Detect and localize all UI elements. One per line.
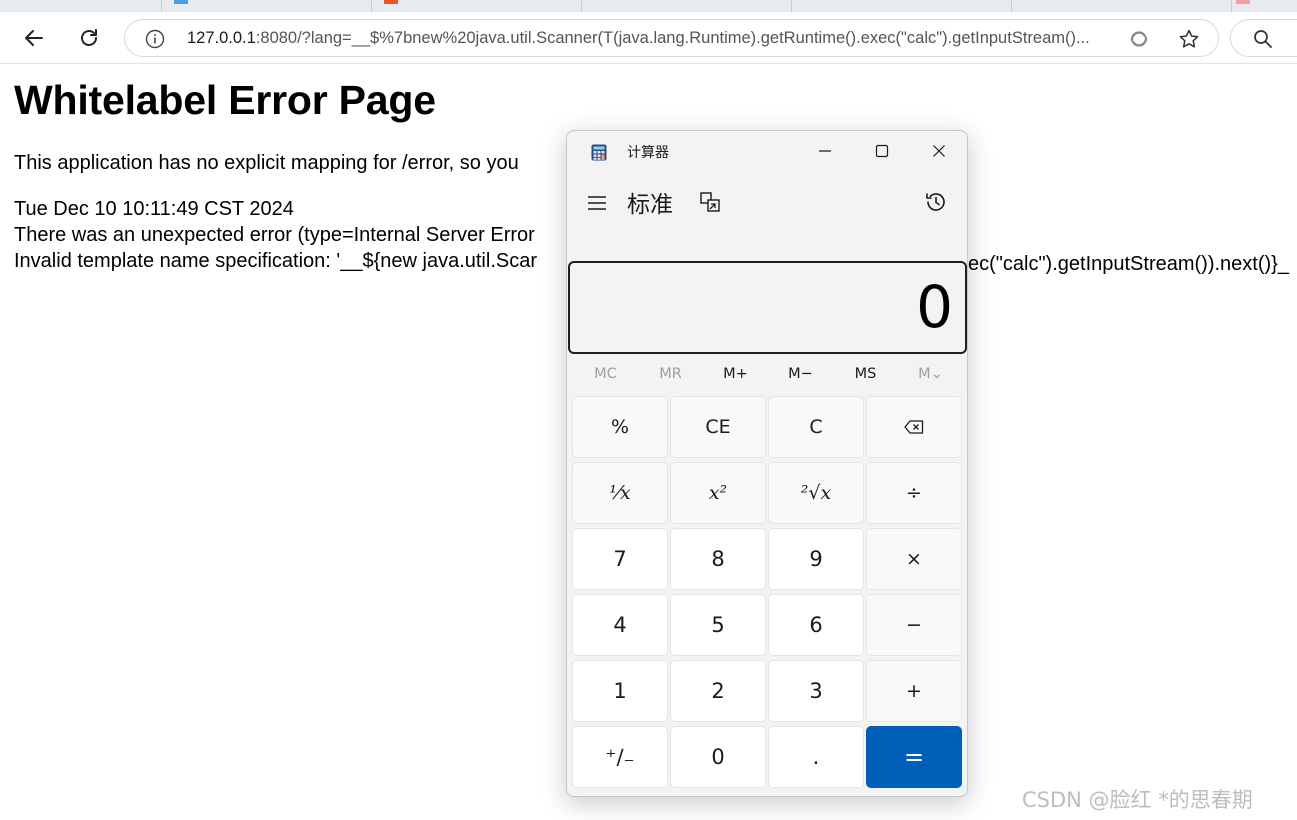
url-text[interactable]: 127.0.0.1:8080/?lang=__$%7bnew%20java.ut… (187, 20, 1117, 56)
favorite-star-icon[interactable] (1178, 28, 1200, 50)
calculator-app-icon (591, 144, 607, 161)
browser-toolbar: 127.0.0.1:8080/?lang=__$%7bnew%20java.ut… (0, 12, 1297, 64)
close-icon (932, 145, 945, 157)
negate-button[interactable]: ⁺∕₋ (572, 726, 668, 788)
error-details: Tue Dec 10 10:11:49 CST 2024 There was a… (14, 196, 537, 274)
divide-button[interactable]: ÷ (866, 462, 962, 524)
square-root-button[interactable]: ²√x (768, 462, 864, 524)
memory-subtract-button[interactable]: M− (768, 359, 833, 389)
maximize-button[interactable] (853, 131, 910, 171)
reload-icon (81, 29, 97, 46)
url-host: 127.0.0.1 (187, 29, 256, 47)
digit-8-button[interactable]: 8 (670, 528, 766, 590)
reciprocal-label: ¹⁄x (609, 482, 631, 504)
browser-tab[interactable] (582, 0, 792, 12)
equals-button[interactable]: = (866, 726, 962, 788)
digit-6-button[interactable]: 6 (768, 594, 864, 656)
keypad: % CE C ¹⁄x x² ²√x ÷ 7 8 9 × 4 5 6 − 1 2 … (572, 396, 963, 791)
url-path: :8080/?lang=__$%7bnew%20java.util.Scanne… (255, 29, 1090, 47)
error-description: This application has no explicit mapping… (14, 152, 519, 174)
calculator-window: 计算器 标准 0 MC MR M+ M− MS M⌄ % CE C ¹⁄x x² (566, 130, 968, 797)
display-value: 0 (916, 273, 953, 341)
digit-9-button[interactable]: 9 (768, 528, 864, 590)
history-icon[interactable] (923, 189, 949, 215)
browser-tab[interactable] (372, 0, 582, 12)
memory-recall-button[interactable]: MR (638, 359, 703, 389)
browser-tab[interactable] (0, 0, 162, 12)
browser-tab[interactable] (792, 0, 1012, 12)
hamburger-icon (588, 196, 606, 210)
search-box[interactable] (1230, 19, 1297, 57)
back-arrow-icon (25, 30, 43, 46)
calculator-mode-title: 标准 (627, 192, 673, 218)
memory-list-button[interactable]: M⌄ (898, 359, 963, 389)
square-root-label: ²√x (800, 482, 832, 504)
square-button[interactable]: x² (670, 462, 766, 524)
tab-strip (0, 0, 1297, 12)
backspace-icon (904, 420, 924, 434)
error-type: There was an unexpected error (type=Inte… (14, 224, 535, 246)
digit-5-button[interactable]: 5 (670, 594, 766, 656)
subtract-button[interactable]: − (866, 594, 962, 656)
square-label: x² (708, 482, 728, 504)
maximize-icon (875, 144, 888, 158)
csdn-watermark: CSDN @脸红 *的思春期 (1022, 788, 1253, 812)
back-button[interactable] (17, 21, 51, 55)
digit-1-button[interactable]: 1 (572, 660, 668, 722)
calculator-display: 0 (568, 261, 967, 354)
tab-favicon-icon (1236, 0, 1250, 4)
browser-tab[interactable] (1012, 0, 1232, 12)
backspace-button[interactable] (866, 396, 962, 458)
digit-4-button[interactable]: 4 (572, 594, 668, 656)
tab-favicon-icon (384, 0, 398, 4)
multiply-button[interactable]: × (866, 528, 962, 590)
digit-7-button[interactable]: 7 (572, 528, 668, 590)
tab-favicon-icon (174, 0, 188, 4)
error-message-tail: ec("calc").getInputStream()).next()}_ (968, 253, 1289, 275)
percent-button[interactable]: % (572, 396, 668, 458)
keep-on-top-icon[interactable] (699, 191, 721, 213)
window-title: 计算器 (627, 145, 669, 161)
reciprocal-button[interactable]: ¹⁄x (572, 462, 668, 524)
memory-store-button[interactable]: MS (833, 359, 898, 389)
memory-add-button[interactable]: M+ (703, 359, 768, 389)
digit-0-button[interactable]: 0 (670, 726, 766, 788)
clear-entry-button[interactable]: CE (670, 396, 766, 458)
search-icon (1254, 30, 1272, 48)
memory-row: MC MR M+ M− MS M⌄ (573, 359, 963, 389)
clear-button[interactable]: C (768, 396, 864, 458)
digit-3-button[interactable]: 3 (768, 660, 864, 722)
error-message: Invalid template name specification: '__… (14, 250, 537, 272)
decimal-button[interactable]: . (768, 726, 864, 788)
site-info-icon[interactable] (145, 29, 165, 49)
address-bar[interactable]: 127.0.0.1:8080/?lang=__$%7bnew%20java.ut… (124, 19, 1219, 57)
error-timestamp: Tue Dec 10 10:11:49 CST 2024 (14, 198, 294, 220)
close-button[interactable] (910, 131, 967, 171)
error-page: Whitelabel Error Page This application h… (14, 74, 537, 274)
add-button[interactable]: + (866, 660, 962, 722)
digit-2-button[interactable]: 2 (670, 660, 766, 722)
minimize-icon (818, 150, 831, 152)
reload-button[interactable] (72, 21, 106, 55)
edge-refresh-icon[interactable] (1128, 28, 1150, 50)
minimize-button[interactable] (796, 131, 853, 171)
calculator-titlebar[interactable]: 计算器 (567, 131, 967, 171)
navigation-menu-button[interactable] (583, 189, 611, 217)
browser-tab[interactable] (162, 0, 372, 12)
page-title: Whitelabel Error Page (14, 77, 436, 123)
memory-clear-button[interactable]: MC (573, 359, 638, 389)
